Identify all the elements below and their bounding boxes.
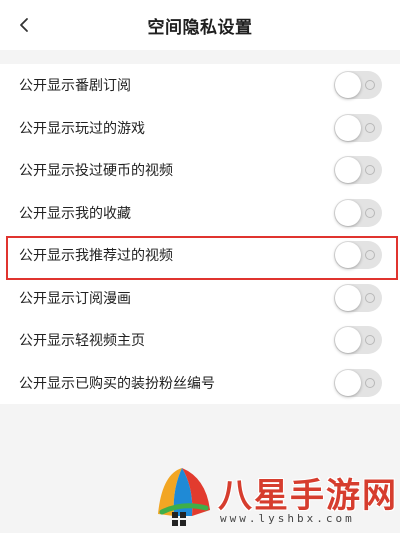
toggle-off-indicator [365, 207, 375, 218]
setting-row-coined-videos[interactable]: 公开显示投过硬币的视频 [0, 149, 400, 192]
privacy-settings-list: 公开显示番剧订阅 公开显示玩过的游戏 公开显示投过硬币的视频 公开显示我的收藏 … [0, 64, 400, 404]
setting-row-purchased-fan-number[interactable]: 公开显示已购买的装扮粉丝编号 [0, 362, 400, 405]
chevron-left-icon [20, 18, 28, 32]
toggle-switch[interactable] [334, 368, 382, 397]
windows-logo-icon [172, 512, 186, 526]
watermark: 八星手游网 www.lyshbx.com [148, 462, 400, 533]
toggle-switch[interactable] [334, 283, 382, 312]
toggle-off-indicator [365, 80, 375, 91]
back-button[interactable] [8, 9, 40, 41]
toggle-knob [335, 199, 361, 226]
toggle-knob [335, 284, 361, 311]
toggle-off-indicator [365, 122, 375, 133]
toggle-off-indicator [365, 335, 375, 346]
setting-row-favorites[interactable]: 公开显示我的收藏 [0, 192, 400, 235]
toggle-switch[interactable] [334, 198, 382, 227]
setting-label: 公开显示已购买的装扮粉丝编号 [19, 375, 215, 392]
toggle-switch[interactable] [334, 326, 382, 355]
setting-label: 公开显示订阅漫画 [19, 290, 131, 307]
watermark-url: www.lyshbx.com [220, 512, 355, 525]
setting-label: 公开显示玩过的游戏 [19, 120, 145, 137]
toggle-knob [335, 114, 361, 141]
toggle-knob [335, 72, 361, 99]
toggle-knob [335, 157, 361, 184]
setting-row-light-video-home[interactable]: 公开显示轻视频主页 [0, 319, 400, 362]
setting-label: 公开显示我推荐过的视频 [19, 248, 173, 265]
setting-label: 公开显示轻视频主页 [19, 333, 145, 350]
setting-row-bangumi-subscription[interactable]: 公开显示番剧订阅 [0, 64, 400, 107]
setting-row-recommended-videos[interactable]: 公开显示我推荐过的视频 [0, 234, 400, 277]
toggle-switch[interactable] [334, 113, 382, 142]
watermark-title: 八星手游网 [218, 476, 398, 516]
setting-label: 公开显示投过硬币的视频 [19, 163, 173, 180]
toggle-knob [335, 369, 361, 396]
setting-row-subscribed-comics[interactable]: 公开显示订阅漫画 [0, 277, 400, 320]
toggle-off-indicator [365, 377, 375, 388]
page-title: 空间隐私设置 [147, 17, 253, 38]
setting-label: 公开显示番剧订阅 [19, 78, 131, 95]
toggle-off-indicator [365, 165, 375, 176]
setting-row-played-games[interactable]: 公开显示玩过的游戏 [0, 107, 400, 150]
toggle-knob [335, 327, 361, 354]
header-bar: 空间隐私设置 [0, 0, 400, 50]
setting-label: 公开显示我的收藏 [19, 205, 131, 222]
toggle-off-indicator [365, 250, 375, 261]
toggle-switch[interactable] [334, 71, 382, 100]
toggle-off-indicator [365, 292, 375, 303]
toggle-knob [335, 242, 361, 269]
toggle-switch[interactable] [334, 241, 382, 270]
toggle-switch[interactable] [334, 156, 382, 185]
